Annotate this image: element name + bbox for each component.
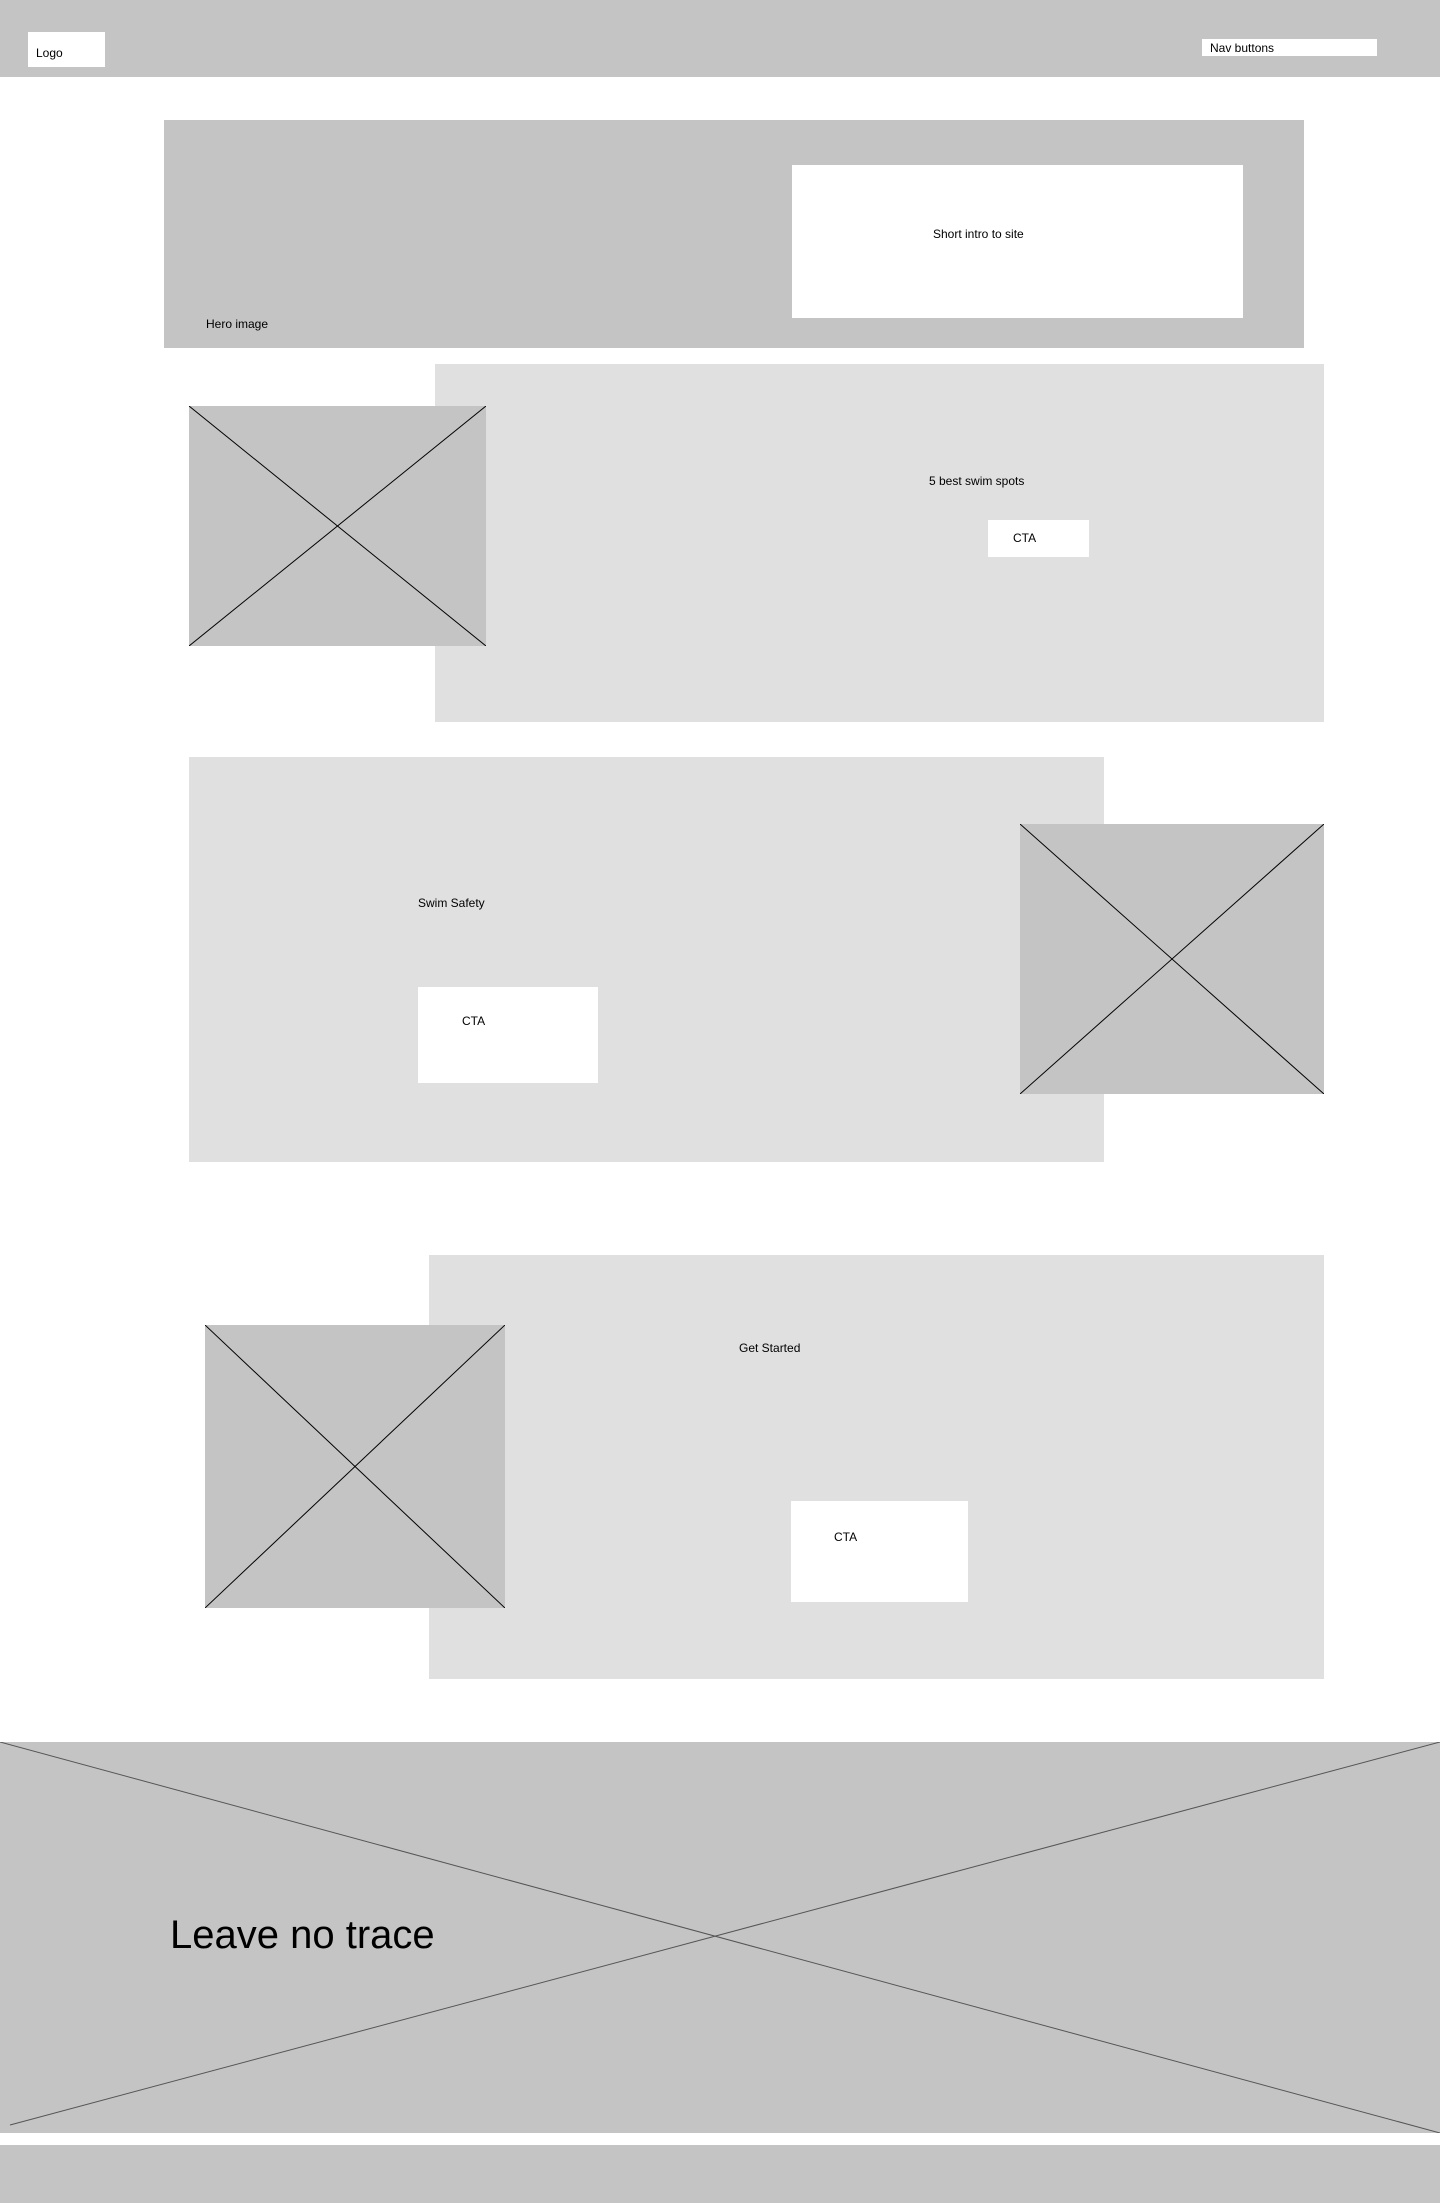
site-footer	[0, 2145, 1440, 2203]
image-placeholder	[205, 1325, 505, 1608]
banner-title: Leave no trace	[170, 1913, 435, 1957]
nav-buttons-label: Nav buttons	[1210, 41, 1275, 55]
hero-image: Short intro to site Hero image	[164, 120, 1304, 348]
get-started-section: Get Started CTA	[429, 1255, 1324, 1679]
swim-spots-title: 5 best swim spots	[929, 474, 1025, 488]
intro-box: Short intro to site	[792, 165, 1243, 318]
logo-label: Logo	[36, 46, 63, 60]
get-started-cta-button[interactable]: CTA	[791, 1501, 968, 1602]
get-started-cta-label: CTA	[834, 1530, 858, 1544]
get-started-title: Get Started	[739, 1341, 801, 1355]
image-placeholder	[189, 406, 486, 646]
swim-safety-cta-label: CTA	[462, 1014, 486, 1028]
swim-safety-title: Swim Safety	[418, 896, 485, 910]
hero-image-label: Hero image	[206, 317, 269, 331]
image-placeholder	[1020, 824, 1324, 1094]
swim-safety-section: Swim Safety CTA	[189, 757, 1104, 1162]
swim-spots-cta-button[interactable]: CTA	[988, 520, 1089, 557]
leave-no-trace-banner: Leave no trace	[0, 1742, 1440, 2133]
logo[interactable]: Logo	[28, 32, 105, 67]
intro-text: Short intro to site	[933, 227, 1024, 241]
swim-spots-section: 5 best swim spots CTA	[435, 364, 1324, 722]
swim-spots-cta-label: CTA	[1013, 531, 1037, 545]
nav-buttons[interactable]: Nav buttons	[1202, 39, 1377, 56]
swim-safety-cta-button[interactable]: CTA	[418, 987, 598, 1083]
site-header: Logo Nav buttons	[0, 0, 1440, 77]
